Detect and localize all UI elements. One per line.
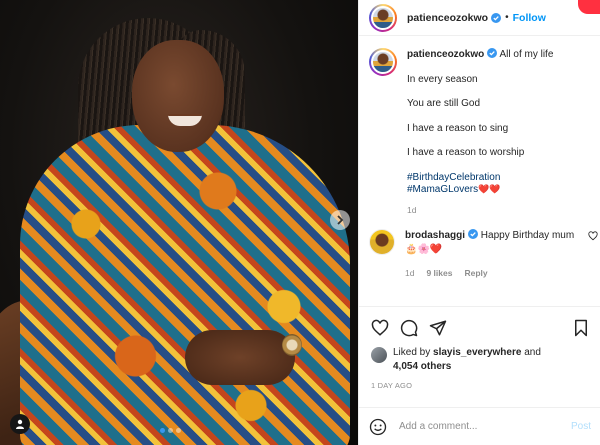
bookmark-icon[interactable] (573, 319, 589, 337)
user-icon (15, 419, 25, 429)
carousel-dot (160, 428, 165, 433)
author-avatar[interactable] (369, 3, 397, 32)
comment-bubble-icon[interactable] (400, 319, 418, 337)
hashtag-link[interactable]: #MamaGLovers (407, 184, 478, 195)
carousel-dot (168, 428, 173, 433)
face (132, 40, 224, 152)
carousel-dot (176, 428, 181, 433)
caption-line: You are still God (407, 98, 481, 109)
commenter-username[interactable]: brodashaggi (405, 230, 465, 241)
caption-line: In every season (407, 73, 478, 85)
post-photo[interactable] (0, 0, 358, 445)
liked-by-prefix: Liked by (393, 347, 431, 358)
liked-by-summary: Liked by slayis_everywhere and 4,054 oth… (371, 346, 541, 373)
separator-dot: • (505, 12, 509, 23)
liked-by-others[interactable]: 4,054 others (393, 361, 451, 372)
caption-author-avatar[interactable] (369, 48, 397, 76)
notification-badge (578, 0, 600, 14)
emoji-smiley-icon[interactable] (369, 418, 387, 436)
hashtag-link[interactable]: #BirthdayCelebration (407, 172, 590, 185)
verified-badge-icon (491, 12, 502, 23)
chevron-right-icon (336, 215, 344, 225)
dress (20, 125, 350, 445)
comment-like-heart-icon[interactable] (588, 231, 598, 241)
liker-avatar[interactable] (371, 347, 387, 363)
caption-line: I have a reason to sing (407, 122, 509, 134)
comment-item: brodashaggi Happy Birthday mum 🎂🌸❤️ 1d 9… (359, 215, 600, 279)
post-header: patienceozokwo • Follow (359, 0, 600, 36)
reply-button[interactable]: Reply (464, 268, 487, 279)
follow-button[interactable]: Follow (513, 12, 546, 24)
comment-likes[interactable]: 9 likes (426, 268, 452, 279)
share-paper-plane-icon[interactable] (429, 319, 447, 337)
liked-by-conjunction: and (524, 347, 541, 358)
verified-badge-icon (468, 229, 479, 240)
heart-emojis: ❤️❤️ (478, 184, 501, 194)
carousel-next-button[interactable] (330, 210, 350, 230)
watch (282, 334, 302, 356)
post-sidebar: patienceozokwo • Follow patienceozokwo A… (358, 0, 600, 445)
add-comment-bar: Post (359, 407, 600, 445)
caption-line: I have a reason to worship (407, 147, 525, 158)
post-actions (359, 306, 600, 337)
like-heart-icon[interactable] (371, 319, 389, 337)
post-comment-button[interactable]: Post (571, 421, 591, 432)
verified-badge-icon (487, 48, 498, 58)
caption-username[interactable]: patienceozokwo (407, 49, 484, 60)
caption-timestamp: 1d (407, 204, 417, 215)
caption-first-line: All of my life (499, 49, 554, 60)
carousel-indicator (160, 428, 181, 433)
post-caption: patienceozokwo All of my life In every s… (359, 36, 600, 215)
comment-input[interactable] (399, 421, 571, 432)
commenter-avatar[interactable] (369, 229, 395, 256)
comment-time: 1d (405, 268, 415, 279)
tagged-users-button[interactable] (10, 414, 30, 434)
author-username[interactable]: patienceozokwo (407, 12, 488, 24)
liked-by-user[interactable]: slayis_everywhere (433, 347, 521, 358)
post-time-ago: 1 DAY AGO (371, 381, 413, 390)
caption-text: patienceozokwo All of my life In every s… (407, 48, 590, 215)
hands (185, 330, 295, 385)
